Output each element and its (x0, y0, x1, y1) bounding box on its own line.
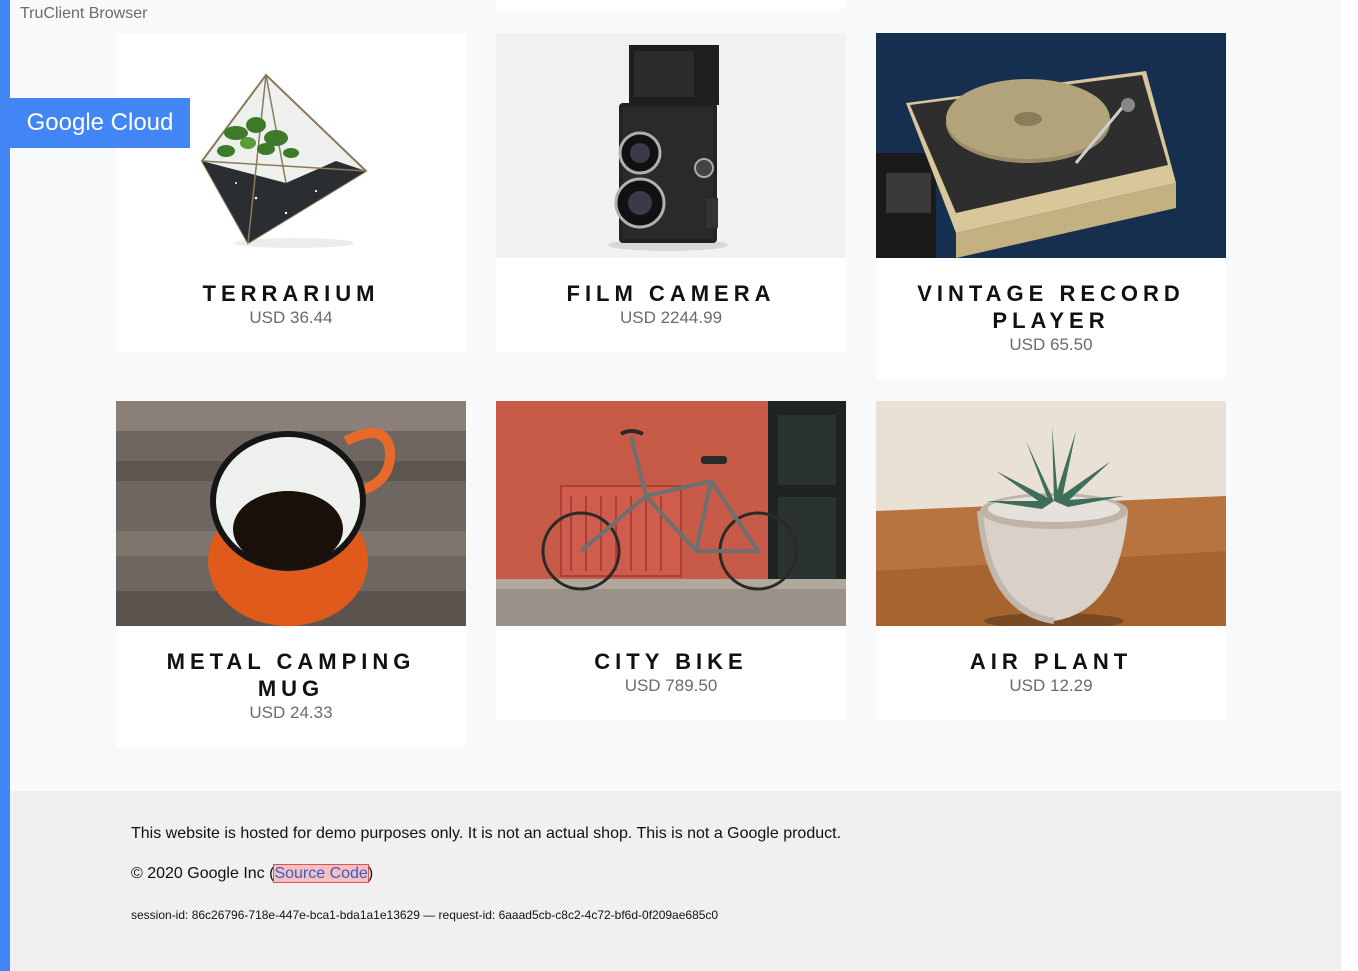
product-name[interactable]: CITY BIKE (516, 648, 826, 675)
product-price: USD 24.33 (249, 703, 333, 722)
copyright-text: © 2020 Google Inc ( (131, 865, 275, 882)
product-card-air-plant[interactable]: AIR PLANT USD 12.29 (876, 401, 1226, 720)
product-card-film-camera[interactable]: FILM CAMERA USD 2244.99 (496, 33, 846, 352)
footer-disclaimer: This website is hosted for demo purposes… (131, 825, 842, 842)
product-image-city-bike[interactable] (496, 401, 846, 626)
session-info: session-id: 86c26796-718e-447e-bca1-bda1… (131, 908, 719, 922)
product-image-film-camera[interactable] (496, 33, 846, 258)
product-price: USD 2244.99 (619, 308, 723, 327)
scrollbar-track[interactable] (1341, 0, 1358, 971)
left-accent-bar (0, 0, 10, 971)
product-card-terrarium[interactable]: TERRARIUM USD 36.44 (116, 33, 466, 352)
footer: This website is hosted for demo purposes… (10, 791, 1341, 971)
product-name[interactable]: AIR PLANT (896, 648, 1206, 675)
google-cloud-banner[interactable]: Google Cloud (10, 98, 190, 148)
product-name[interactable]: FILM CAMERA (516, 280, 826, 307)
previous-card-bottom (496, 0, 846, 9)
product-card-vintage-record-player[interactable]: VINTAGE RECORD PLAYER USD 65.50 (876, 33, 1226, 379)
product-name[interactable]: METAL CAMPING MUG (136, 648, 446, 702)
product-image-metal-camping-mug[interactable] (116, 401, 466, 626)
browser-label: TruClient Browser (20, 5, 148, 22)
product-price: USD 789.50 (624, 676, 718, 695)
product-image-vintage-record-player[interactable] (876, 33, 1226, 258)
brand-label: Google Cloud (26, 109, 174, 136)
product-image-air-plant[interactable] (876, 401, 1226, 626)
product-price: USD 36.44 (249, 308, 333, 327)
product-card-metal-camping-mug[interactable]: METAL CAMPING MUG USD 24.33 (116, 401, 466, 747)
product-name[interactable]: VINTAGE RECORD PLAYER (896, 280, 1206, 334)
source-code-link[interactable]: Source Code (273, 864, 369, 883)
product-price: USD 12.29 (1009, 676, 1093, 695)
footer-copyright: © 2020 Google Inc (Source Code) (131, 864, 374, 883)
product-price: USD 65.50 (1009, 335, 1093, 354)
product-card-city-bike[interactable]: CITY BIKE USD 789.50 (496, 401, 846, 720)
product-name[interactable]: TERRARIUM (136, 280, 446, 307)
copyright-close: ) (367, 865, 374, 882)
